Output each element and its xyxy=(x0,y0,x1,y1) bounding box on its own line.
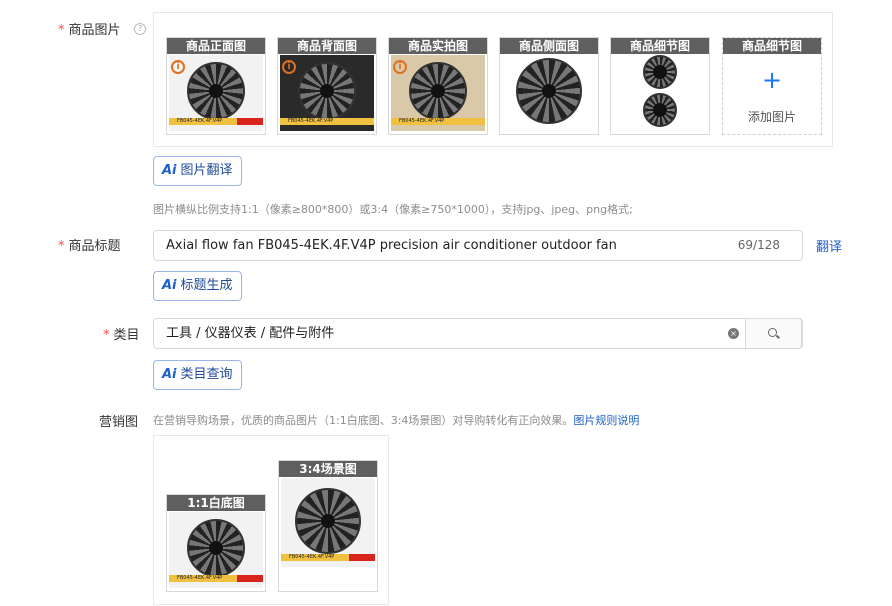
product-images-label-text: 商品图片 xyxy=(68,23,121,38)
fan-graphic xyxy=(643,54,677,89)
fan-image: FB045-4EK.4F.V4P xyxy=(281,478,375,567)
category-search-button[interactable] xyxy=(745,318,802,349)
image-slot-detail[interactable]: 商品细节图 xyxy=(610,37,710,135)
ai-icon: Ai xyxy=(162,367,177,382)
image-caption: 商品细节图 xyxy=(723,38,821,54)
image-caption: 商品侧面图 xyxy=(500,38,598,54)
fan-image: FB045-4EK.4F.V4P xyxy=(169,512,263,588)
alert-icon[interactable]: i xyxy=(171,60,185,74)
category-label: * 类目 xyxy=(103,324,140,343)
alert-icon[interactable]: i xyxy=(393,60,407,74)
required-mark: * xyxy=(103,328,110,343)
title-char-counter: 69/128 xyxy=(737,238,780,252)
image-translate-label: 图片翻译 xyxy=(180,163,233,178)
marketing-image-scene[interactable]: 3:4场景图 FB045-4EK.4F.V4P xyxy=(278,460,378,592)
add-image-button[interactable]: 商品细节图 + 添加图片 xyxy=(722,37,822,135)
label-band: FB045-4EK.4F.V4P xyxy=(280,118,374,125)
label-band: FB045-4EK.4F.V4P xyxy=(391,118,485,125)
product-title-input[interactable]: Axial flow fan FB045-4EK.4F.V4P precisio… xyxy=(153,230,803,261)
title-generate-button[interactable]: Ai 标题生成 xyxy=(153,271,242,301)
fan-graphic xyxy=(187,62,245,121)
fan-graphic xyxy=(643,92,677,127)
red-band xyxy=(349,554,375,561)
image-translate-button[interactable]: Ai 图片翻译 xyxy=(153,156,242,186)
ai-icon: Ai xyxy=(162,163,177,178)
image-caption: 商品正面图 xyxy=(167,38,265,54)
image-caption: 3:4场景图 xyxy=(279,461,377,477)
fan-image xyxy=(502,55,596,131)
fan-graphic xyxy=(298,62,356,121)
product-images-box: 商品正面图 FB045-4EK.4F.V4P i 商品背面图 FB045-4EK… xyxy=(153,12,833,147)
image-slot-real[interactable]: 商品实拍图 FB045-4EK.4F.V4P i xyxy=(388,37,488,135)
image-format-hint: 图片横纵比例支持1:1（像素≥800*800）或3:4（像素≥750*1000）… xyxy=(153,203,633,216)
image-slot-back[interactable]: 商品背面图 FB045-4EK.4F.V4P i xyxy=(277,37,377,135)
search-icon xyxy=(768,328,777,337)
category-input[interactable]: 工具 / 仪器仪表 / 配件与附件 × xyxy=(153,318,803,349)
fan-graphic xyxy=(295,487,361,554)
add-image-label: 添加图片 xyxy=(747,110,796,124)
required-mark: * xyxy=(58,239,65,254)
clear-icon[interactable]: × xyxy=(728,328,739,339)
marketing-desc-text: 在营销导购场景，优质的商品图片（1:1白底图、3:4场景图）对导购转化有正向效果… xyxy=(153,414,574,427)
marketing-image-square[interactable]: 1:1白底图 FB045-4EK.4F.V4P xyxy=(166,494,266,592)
ai-icon: Ai xyxy=(162,278,177,293)
marketing-label: 营销图 xyxy=(99,415,139,430)
fan-image xyxy=(613,54,707,131)
category-value: 工具 / 仪器仪表 / 配件与附件 xyxy=(166,326,335,341)
red-band xyxy=(237,575,263,582)
fan-graphic xyxy=(516,58,582,125)
image-caption: 商品实拍图 xyxy=(389,38,487,54)
category-label-text: 类目 xyxy=(113,328,140,343)
image-caption: 商品细节图 xyxy=(611,38,709,54)
required-mark: * xyxy=(58,23,65,38)
image-slot-front[interactable]: 商品正面图 FB045-4EK.4F.V4P i xyxy=(166,37,266,135)
plus-icon: + xyxy=(761,66,783,94)
marketing-desc: 在营销导购场景，优质的商品图片（1:1白底图、3:4场景图）对导购转化有正向效果… xyxy=(153,412,639,428)
red-band xyxy=(237,118,263,125)
fan-graphic xyxy=(187,519,245,578)
translate-link[interactable]: 翻译 xyxy=(816,236,842,255)
marketing-images-box: 1:1白底图 FB045-4EK.4F.V4P 3:4场景图 FB045-4EK… xyxy=(153,435,389,605)
category-query-label: 类目查询 xyxy=(180,367,233,382)
title-generate-label: 标题生成 xyxy=(180,278,233,293)
category-query-button[interactable]: Ai 类目查询 xyxy=(153,360,242,390)
help-icon[interactable]: ? xyxy=(134,23,146,35)
image-caption: 1:1白底图 xyxy=(167,495,265,511)
image-caption: 商品背面图 xyxy=(278,38,376,54)
product-title-label: * 商品标题 xyxy=(58,235,121,254)
fan-graphic xyxy=(409,62,467,121)
alert-icon[interactable]: i xyxy=(282,60,296,74)
product-images-label: * 商品图片 xyxy=(58,19,121,38)
product-title-value: Axial flow fan FB045-4EK.4F.V4P precisio… xyxy=(166,238,617,253)
product-title-label-text: 商品标题 xyxy=(68,239,121,254)
image-rules-link[interactable]: 图片规则说明 xyxy=(573,414,639,427)
image-slot-side[interactable]: 商品侧面图 xyxy=(499,37,599,135)
